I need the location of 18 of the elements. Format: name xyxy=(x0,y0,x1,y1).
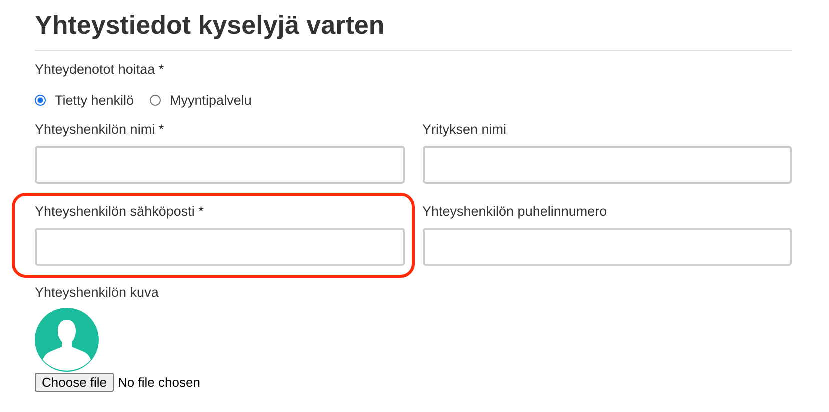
field-label: Yrityksen nimi xyxy=(422,122,507,137)
input-field[interactable] xyxy=(35,146,404,184)
field-label: Yhteydenotot hoitaa * xyxy=(35,62,164,77)
input-field[interactable] xyxy=(422,146,792,184)
choose-file-button[interactable]: Choose file xyxy=(35,373,114,392)
input-field[interactable] xyxy=(422,228,792,266)
radio-label[interactable]: Myyntipalvelu xyxy=(170,93,252,108)
field-label: Yhteyshenkilön nimi * xyxy=(35,122,164,137)
field-label: Yhteyshenkilön sähköposti * xyxy=(35,204,204,219)
avatar-icon xyxy=(35,308,99,372)
input-field[interactable] xyxy=(35,228,404,266)
field-label: Yhteyshenkilön puhelinnumero xyxy=(422,204,608,219)
page-title: Yhteystiedot kyselyjä varten xyxy=(35,9,385,42)
field-label: Yhteyshenkilön kuva xyxy=(35,285,159,300)
file-status: No file chosen xyxy=(118,375,200,390)
radio-button[interactable] xyxy=(150,95,162,106)
radio-label[interactable]: Tietty henkilö xyxy=(55,93,134,108)
radio-button[interactable] xyxy=(35,95,46,106)
